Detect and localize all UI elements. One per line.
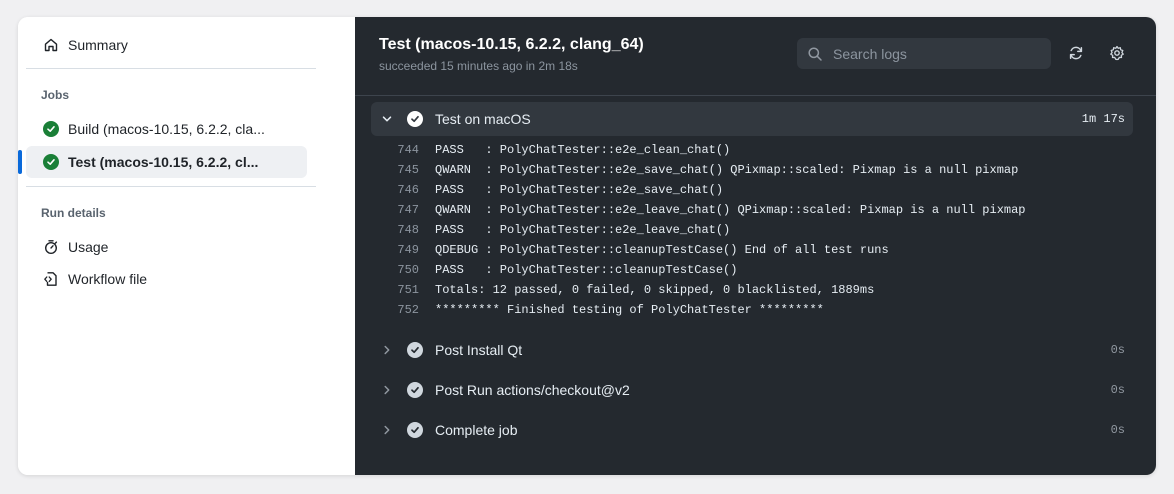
chevron-right-icon [379,424,395,436]
log-text: PASS : PolyChatTester::e2e_leave_chat() [435,223,731,237]
step-duration: 0s [1110,343,1125,357]
log-line: 751 Totals: 12 passed, 0 failed, 0 skippe… [371,280,1131,300]
log-text: PASS : PolyChatTester::e2e_clean_chat() [435,143,731,157]
check-circle-icon [407,111,423,127]
sidebar-item-label: Build (macos-10.15, 6.2.2, cla... [68,121,265,137]
log-text: PASS : PolyChatTester::cleanupTestCase() [435,263,738,277]
job-log-panel: Test (macos-10.15, 6.2.2, clang_64) succ… [355,17,1156,475]
log-line: 752 ********* Finished testing of PolyCha… [371,300,1131,320]
search-icon [808,46,822,61]
log-text: ********* Finished testing of PolyChatTe… [435,303,824,317]
sidebar: Summary Jobs Build (macos-10.15, 6.2.2, … [18,17,355,475]
sidebar-item-label: Usage [68,239,109,255]
log-text: Totals: 12 passed, 0 failed, 0 skipped, … [435,283,875,297]
step-duration: 0s [1110,423,1125,437]
step-name: Post Run actions/checkout@v2 [435,382,630,398]
check-circle-icon [407,382,423,398]
log-line: 746 PASS : PolyChatTester::e2e_save_chat(… [371,180,1131,200]
step-test-on-macos[interactable]: Test on macOS 1m 17s [371,102,1133,136]
line-number[interactable]: 744 [371,143,419,157]
stopwatch-icon [42,238,60,256]
log-text: QWARN : PolyChatTester::e2e_leave_chat()… [435,203,1026,217]
step-complete-job[interactable]: Complete job 0s [371,413,1133,447]
log-text: QWARN : PolyChatTester::e2e_save_chat() … [435,163,1019,177]
line-number[interactable]: 751 [371,283,419,297]
jobs-heading: Jobs [41,88,70,102]
check-circle-icon [407,422,423,438]
line-number[interactable]: 750 [371,263,419,277]
log-line: 750 PASS : PolyChatTester::cleanupTestCas… [371,260,1131,280]
line-number[interactable]: 745 [371,163,419,177]
step-name: Test on macOS [435,111,531,127]
step-post-run-checkout[interactable]: Post Run actions/checkout@v2 0s [371,373,1133,407]
sidebar-item-label: Test (macos-10.15, 6.2.2, cl... [68,154,259,170]
log-line: 747 QWARN : PolyChatTester::e2e_leave_cha… [371,200,1131,220]
refresh-button[interactable] [1066,43,1086,63]
settings-button[interactable] [1107,43,1127,63]
step-post-install-qt[interactable]: Post Install Qt 0s [371,333,1133,367]
chevron-down-icon [379,113,395,125]
sidebar-item-label: Workflow file [68,271,148,287]
line-number[interactable]: 749 [371,243,419,257]
line-number[interactable]: 748 [371,223,419,237]
chevron-right-icon [379,384,395,396]
step-duration: 1m 17s [1081,112,1125,126]
line-number[interactable]: 752 [371,303,419,317]
workflow-run-window: Summary Jobs Build (macos-10.15, 6.2.2, … [18,17,1156,475]
run-details-heading: Run details [41,206,106,220]
step-name: Complete job [435,422,518,438]
sync-icon [1069,46,1083,60]
line-number[interactable]: 746 [371,183,419,197]
chevron-right-icon [379,344,395,356]
check-circle-icon [43,154,59,170]
job-title: Test (macos-10.15, 6.2.2, clang_64) [379,36,644,53]
search-logs-field[interactable] [797,38,1051,69]
sidebar-divider [26,68,316,69]
sidebar-item-summary[interactable]: Summary [26,29,307,61]
sidebar-item-label: Summary [68,37,128,53]
sidebar-item-usage[interactable]: Usage [26,231,307,263]
check-circle-icon [407,342,423,358]
line-number[interactable]: 747 [371,203,419,217]
log-text: QDEBUG : PolyChatTester::cleanupTestCase… [435,243,889,257]
gear-icon [1110,45,1124,61]
log-line: 745 QWARN : PolyChatTester::e2e_save_chat… [371,160,1131,180]
selection-indicator [18,150,22,174]
check-circle-icon [43,121,59,137]
sidebar-item-job-test[interactable]: Test (macos-10.15, 6.2.2, cl... [18,146,307,178]
home-icon [42,36,60,54]
step-duration: 0s [1110,383,1125,397]
log-line: 744 PASS : PolyChatTester::e2e_clean_chat… [371,140,1131,160]
step-name: Post Install Qt [435,342,523,358]
log-text: PASS : PolyChatTester::e2e_save_chat() [435,183,724,197]
log-line: 748 PASS : PolyChatTester::e2e_leave_chat… [371,220,1131,240]
sidebar-divider [26,186,316,187]
search-logs-input[interactable] [831,44,1035,63]
sidebar-item-job-build[interactable]: Build (macos-10.15, 6.2.2, cla... [26,113,307,145]
job-status-subtitle: succeeded 15 minutes ago in 2m 18s [379,59,578,73]
sidebar-item-workflow-file[interactable]: Workflow file [26,263,307,295]
log-line: 749 QDEBUG : PolyChatTester::cleanupTestC… [371,240,1131,260]
header-divider [355,95,1156,96]
file-code-icon [42,270,60,288]
